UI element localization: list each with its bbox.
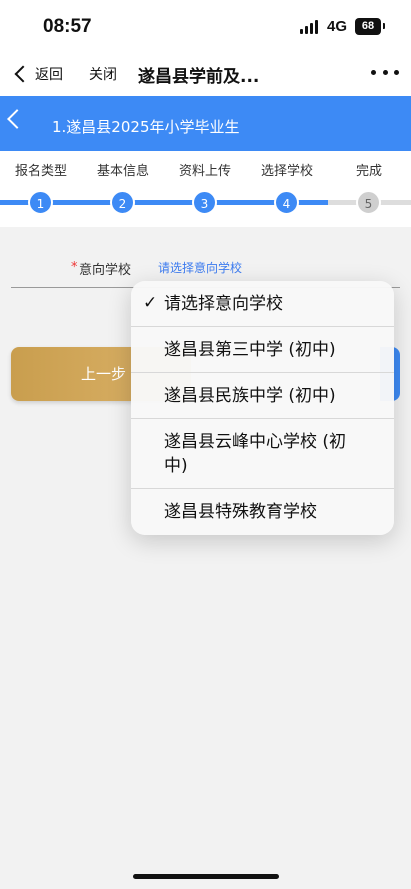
option-label: 请选择意向学校: [164, 294, 283, 314]
dropdown-option[interactable]: 遂昌县云峰中心学校 (初中): [131, 419, 394, 489]
school-form-row: * 意向学校 请选择意向学校: [0, 227, 411, 289]
chevron-left-icon: [14, 65, 32, 83]
home-indicator: [133, 874, 279, 879]
step-label-4: 选择学校: [260, 164, 313, 179]
battery-icon: 68: [355, 18, 381, 35]
step-label-1: 报名类型: [14, 164, 67, 179]
school-label: 意向学校: [79, 263, 132, 278]
back-label: 返回: [35, 67, 63, 83]
section-header: 1.遂昌县2025年小学毕业生: [0, 96, 411, 151]
step-circle-1: 1: [28, 190, 53, 215]
dropdown-option[interactable]: 遂昌县第三中学 (初中): [131, 327, 394, 373]
option-label: 遂昌县特殊教育学校: [164, 502, 317, 522]
dropdown-option[interactable]: 遂昌县特殊教育学校: [131, 489, 394, 535]
school-dropdown-menu: ✓ 请选择意向学校 遂昌县第三中学 (初中) 遂昌县民族中学 (初中) 遂昌县云…: [131, 281, 394, 535]
dropdown-option-placeholder[interactable]: ✓ 请选择意向学校: [131, 281, 394, 327]
page-title: 遂昌县学前及...: [138, 67, 260, 87]
step-circle-4: 4: [274, 190, 299, 215]
more-icon[interactable]: [371, 70, 399, 78]
step-label-3: 资料上传: [178, 164, 231, 179]
option-label: 遂昌县云峰中心学校 (初中): [164, 432, 347, 476]
required-mark: *: [71, 260, 78, 275]
status-time: 08:57: [43, 16, 92, 37]
signal-icon: [300, 20, 322, 34]
option-label: 遂昌县民族中学 (初中): [164, 386, 336, 406]
status-bar: 08:57 4G 68: [0, 0, 411, 52]
battery-tip: [383, 23, 385, 29]
school-select[interactable]: 请选择意向学校: [158, 259, 242, 276]
step-circle-5: 5: [356, 190, 381, 215]
checkmark-icon: ✓: [143, 293, 158, 313]
nav-bar: 返回 关闭 遂昌县学前及...: [0, 52, 411, 96]
section-title: 1.遂昌县2025年小学毕业生: [52, 118, 240, 136]
step-circle-3: 3: [192, 190, 217, 215]
network-type: 4G: [327, 18, 348, 35]
dropdown-option[interactable]: 遂昌县民族中学 (初中): [131, 373, 394, 419]
step-label-2: 基本信息: [96, 164, 149, 179]
header-back-icon[interactable]: [7, 109, 27, 129]
close-button[interactable]: 关闭: [89, 64, 117, 84]
step-circle-2: 2: [110, 190, 135, 215]
progress-steps: 报名类型 基本信息 资料上传 选择学校 完成 1 2 3 4 5: [0, 151, 411, 227]
back-button[interactable]: 返回: [12, 62, 63, 86]
option-label: 遂昌县第三中学 (初中): [164, 340, 336, 360]
step-label-5: 完成: [355, 164, 382, 179]
